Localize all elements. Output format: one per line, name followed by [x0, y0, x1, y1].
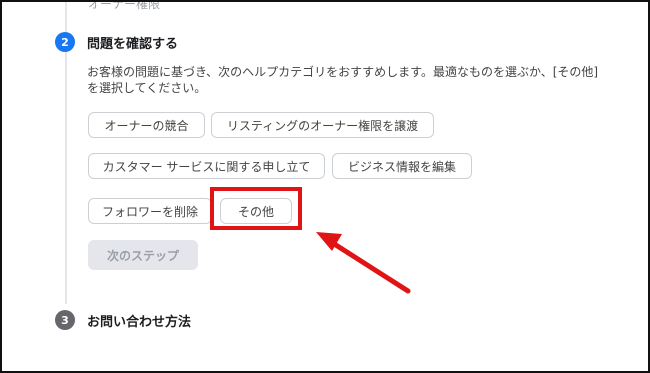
annotation-arrow-icon: [316, 232, 411, 294]
screenshot-frame: オーナー権限 2 問題を確認する お客様の問題に基づき、次のヘルプカテゴリをおす…: [0, 0, 650, 373]
